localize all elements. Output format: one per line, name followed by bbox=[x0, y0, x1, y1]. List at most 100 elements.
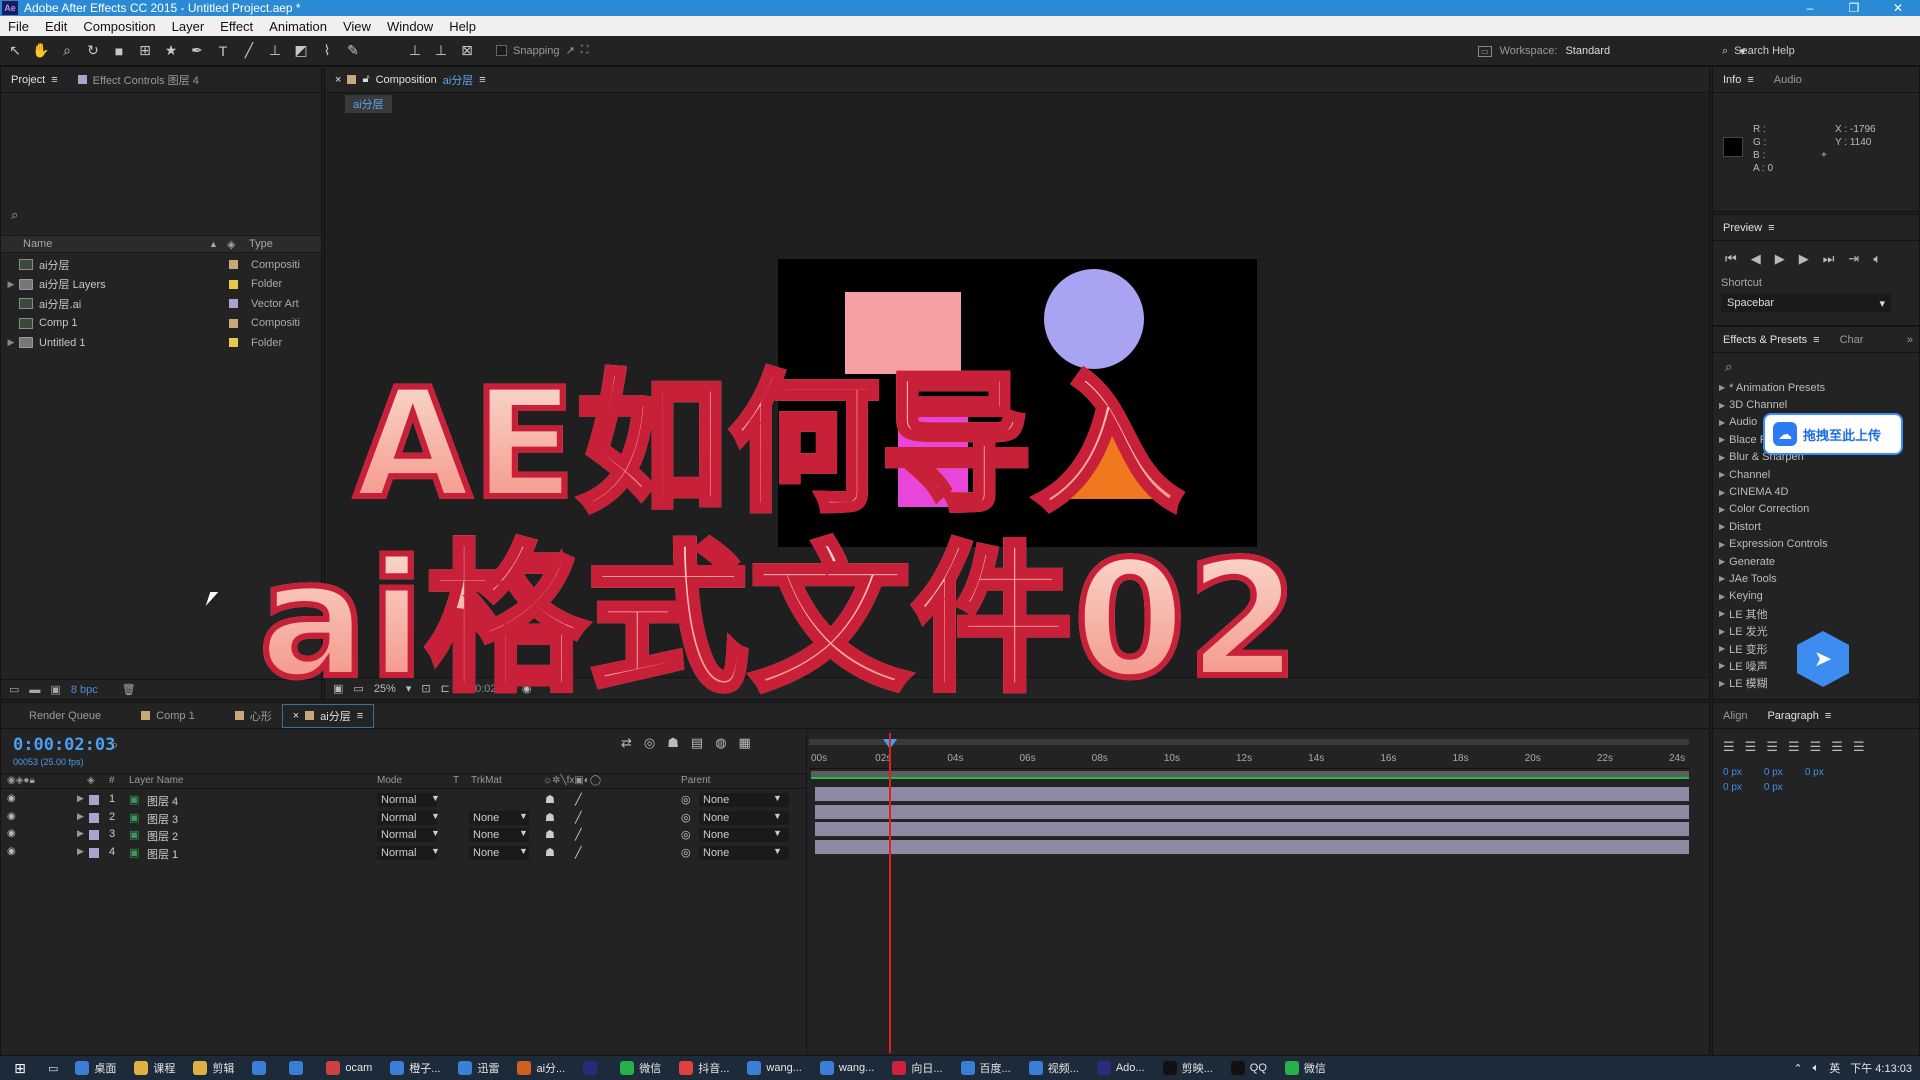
column-type[interactable]: Type bbox=[249, 238, 273, 250]
effect-category[interactable]: ▶ * Animation Presets bbox=[1719, 379, 1919, 396]
panel-menu-icon[interactable]: ≡ bbox=[479, 74, 485, 86]
tab-audio[interactable]: Audio bbox=[1764, 67, 1812, 93]
tab-info[interactable]: Info ≡ bbox=[1713, 67, 1764, 93]
zoom-dropdown[interactable]: 25% bbox=[374, 683, 396, 695]
align-center-icon[interactable]: ☰ bbox=[1745, 739, 1757, 755]
menu-window[interactable]: Window bbox=[379, 19, 441, 34]
project-item[interactable]: ▶ ai分层 Layers Folder bbox=[1, 275, 321, 295]
region-icon[interactable]: ⊏ bbox=[441, 682, 450, 695]
layer-row[interactable]: ◉ ▶ 2 ▣ 图层 3 Normal ▼ None ▼ ☗ ╱ ◎ None ▼ bbox=[1, 809, 807, 827]
taskbar-app[interactable]: 百度... bbox=[952, 1056, 1020, 1080]
menu-effect[interactable]: Effect bbox=[212, 19, 261, 34]
justify-last-left-icon[interactable]: ☰ bbox=[1788, 739, 1800, 755]
clone-stamp-tool-icon[interactable]: ⊥ bbox=[264, 40, 286, 62]
layer-row[interactable]: ◉ ▶ 1 ▣ 图层 4 Normal ▼ ☗ ╱ ◎ None ▼ bbox=[1, 791, 807, 809]
taskbar-app[interactable]: 迅雷 bbox=[449, 1056, 508, 1080]
upload-overlay-badge[interactable]: ☁ 拖拽至此上传 bbox=[1765, 415, 1901, 453]
last-frame-icon[interactable]: ⏭ bbox=[1823, 251, 1835, 267]
effect-category[interactable]: ▶ Color Correction bbox=[1719, 501, 1919, 518]
input-language[interactable]: 英 bbox=[1829, 1060, 1840, 1076]
effect-category[interactable]: ▶ LE 其他 bbox=[1719, 605, 1919, 622]
tab-effect-controls[interactable]: Effect Controls 图层 4 bbox=[68, 67, 209, 93]
new-composition-icon[interactable]: ▣ bbox=[50, 683, 60, 696]
monitor-icon[interactable]: ▭ bbox=[353, 682, 363, 695]
volume-icon[interactable]: 🔈︎ bbox=[1813, 1062, 1820, 1075]
snapshot-icon[interactable]: ◉ bbox=[522, 682, 532, 695]
expand-triangle-icon[interactable]: ▶ bbox=[1719, 661, 1725, 670]
indent-left-field[interactable]: 0 px bbox=[1723, 767, 1742, 778]
menu-view[interactable]: View bbox=[335, 19, 379, 34]
effect-category[interactable]: ▶ Distort bbox=[1719, 518, 1919, 535]
panel-menu-icon[interactable]: ≡ bbox=[1768, 222, 1774, 234]
fit-icon[interactable]: ⊡ bbox=[421, 682, 430, 695]
layer-name[interactable]: 图层 2 bbox=[147, 828, 178, 844]
expand-triangle-icon[interactable]: ▶ bbox=[1719, 505, 1725, 514]
tab-comp-1[interactable]: Comp 1 bbox=[111, 703, 205, 729]
column-layer-name[interactable]: Layer Name bbox=[129, 775, 183, 786]
layer-label-swatch[interactable] bbox=[89, 847, 99, 858]
motion-blur-icon[interactable]: ◍ bbox=[715, 735, 726, 751]
shape-tool-icon[interactable]: ★ bbox=[160, 40, 182, 62]
taskbar-app[interactable]: 微信 bbox=[1276, 1056, 1335, 1080]
layer-duration-bar[interactable] bbox=[815, 822, 1689, 837]
layer-row[interactable]: ◉ ▶ 4 ▣ 图层 1 Normal ▼ None ▼ ☗ ╱ ◎ None ▼ bbox=[1, 844, 807, 862]
minimize-button[interactable]: – bbox=[1788, 0, 1832, 16]
layer-row[interactable]: ◉ ▶ 3 ▣ 图层 2 Normal ▼ None ▼ ☗ ╱ ◎ None ▼ bbox=[1, 826, 807, 844]
taskbar-app[interactable]: QQ bbox=[1222, 1056, 1276, 1080]
layer-duration-bar[interactable] bbox=[815, 839, 1689, 855]
shy-switch-icon[interactable]: ☗ bbox=[545, 828, 555, 841]
expand-triangle-icon[interactable]: ▶ bbox=[1719, 383, 1725, 392]
effect-category[interactable]: ▶ Channel bbox=[1719, 466, 1919, 483]
tab-render-queue[interactable]: Render Queue bbox=[1, 703, 111, 729]
expand-triangle-icon[interactable]: ▶ bbox=[1719, 522, 1725, 531]
label-color-swatch[interactable] bbox=[229, 279, 238, 289]
task-view-icon[interactable]: ▭ bbox=[40, 1062, 66, 1075]
taskbar-app[interactable]: 微信 bbox=[611, 1056, 670, 1080]
comp-viewer-canvas[interactable] bbox=[778, 259, 1257, 547]
layer-label-swatch[interactable] bbox=[89, 812, 99, 823]
expand-triangle-icon[interactable]: ▶ bbox=[77, 793, 84, 804]
expand-triangle-icon[interactable]: ▶ bbox=[1719, 627, 1725, 636]
panel-menu-icon[interactable]: ≡ bbox=[51, 74, 57, 86]
space-before-field[interactable]: 0 px bbox=[1764, 767, 1783, 778]
menu-animation[interactable]: Animation bbox=[261, 19, 335, 34]
pen-tool-icon[interactable]: ✒ bbox=[186, 40, 208, 62]
layer-duration-bar[interactable] bbox=[815, 787, 1689, 802]
label-column-icon[interactable]: ◈ bbox=[227, 238, 235, 251]
panel-menu-icon[interactable]: ≡ bbox=[1825, 710, 1831, 722]
maximize-button[interactable]: ❐ bbox=[1832, 0, 1876, 16]
indent-right-field[interactable]: 0 px bbox=[1805, 767, 1824, 778]
close-tab-icon[interactable]: × bbox=[293, 710, 299, 722]
expand-triangle-icon[interactable]: ▶ bbox=[1719, 644, 1725, 653]
justify-last-right-icon[interactable]: ☰ bbox=[1831, 739, 1843, 755]
close-tab-icon[interactable]: × bbox=[335, 74, 341, 86]
project-item[interactable]: ai分层 Compositi bbox=[1, 255, 321, 275]
quality-switch-icon[interactable]: ╱ bbox=[575, 811, 582, 824]
blend-mode-dropdown[interactable]: Normal bbox=[377, 793, 437, 807]
menu-edit[interactable]: Edit bbox=[37, 19, 75, 34]
search-help-field[interactable]: ⌕ Search Help bbox=[1722, 36, 1795, 66]
menu-file[interactable]: File bbox=[0, 19, 37, 34]
frame-blending-icon[interactable]: ▤ bbox=[691, 735, 703, 751]
bit-depth-button[interactable]: 8 bpc bbox=[71, 684, 98, 696]
label-color-swatch[interactable] bbox=[229, 299, 238, 309]
loop-icon[interactable]: ⇥ bbox=[1848, 251, 1859, 267]
axis-local-icon[interactable]: ⊥ bbox=[404, 40, 426, 62]
zoom-tool-icon[interactable]: ⌕ bbox=[56, 40, 78, 62]
pickwhip-icon[interactable]: ◎ bbox=[681, 811, 691, 824]
sort-ascending-icon[interactable]: ▲ bbox=[209, 239, 218, 249]
menu-help[interactable]: Help bbox=[441, 19, 484, 34]
tab-character[interactable]: Char bbox=[1830, 327, 1874, 353]
work-area-bar[interactable] bbox=[811, 771, 1689, 779]
next-frame-icon[interactable]: ▶ bbox=[1799, 251, 1809, 267]
axis-world-icon[interactable]: ⊥ bbox=[430, 40, 452, 62]
pink-rectangle-shape[interactable] bbox=[845, 292, 961, 374]
eye-icon[interactable]: ◉ bbox=[7, 793, 16, 804]
effect-category[interactable]: ▶ 3D Channel bbox=[1719, 396, 1919, 413]
expand-triangle-icon[interactable]: ▶ bbox=[1719, 540, 1725, 549]
expand-triangle-icon[interactable]: ▶ bbox=[1719, 679, 1725, 688]
layer-duration-bar[interactable] bbox=[815, 804, 1689, 820]
camera-tool-icon[interactable]: ■ bbox=[108, 40, 130, 62]
axis-view-icon[interactable]: ⊠ bbox=[456, 40, 478, 62]
space-after-field[interactable]: 0 px bbox=[1764, 782, 1783, 793]
